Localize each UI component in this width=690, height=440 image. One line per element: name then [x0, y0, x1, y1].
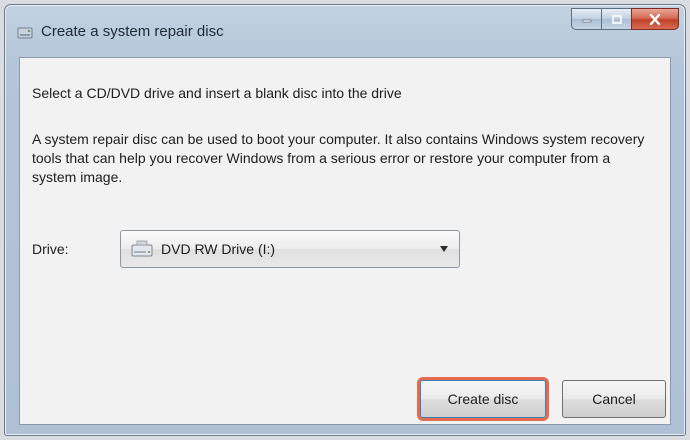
drive-label: Drive:: [32, 241, 69, 257]
dialog-window: Create a system repair disc Select a CD/…: [4, 4, 686, 436]
create-disc-button[interactable]: Create disc: [420, 380, 546, 418]
minimize-button[interactable]: [571, 8, 601, 30]
description-text: A system repair disc can be used to boot…: [32, 131, 645, 185]
dialog-body: Select a CD/DVD drive and insert a blank…: [19, 57, 671, 425]
drive-selected-value: DVD RW Drive (I:): [161, 241, 276, 257]
close-button[interactable]: [631, 8, 679, 30]
disc-drive-icon: [17, 27, 33, 39]
dvd-drive-icon: [131, 240, 153, 257]
cancel-button[interactable]: Cancel: [562, 380, 666, 418]
window-title: Create a system repair disc: [41, 23, 224, 40]
caption-buttons: [571, 8, 679, 30]
drive-dropdown[interactable]: DVD RW Drive (I:): [120, 230, 460, 268]
minimize-icon: [582, 19, 591, 23]
title-bar[interactable]: Create a system repair disc: [5, 5, 685, 57]
chevron-down-icon: [440, 246, 448, 252]
maximize-button[interactable]: [601, 8, 631, 30]
close-icon: [649, 13, 661, 25]
maximize-icon: [611, 14, 622, 24]
instruction-heading: Select a CD/DVD drive and insert a blank…: [32, 85, 402, 101]
